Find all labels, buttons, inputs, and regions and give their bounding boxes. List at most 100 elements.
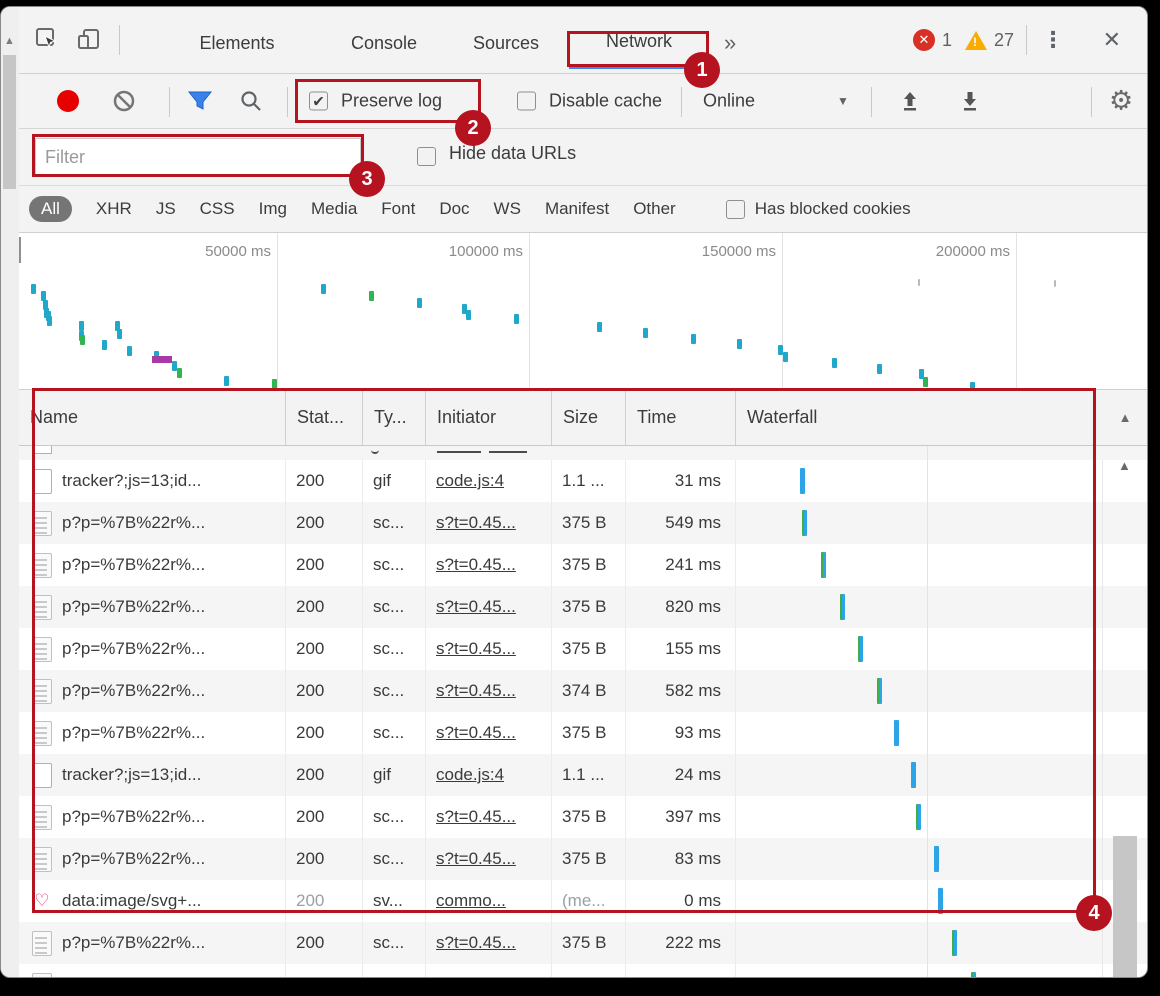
cell-waterfall[interactable] xyxy=(736,460,1103,502)
scrollbar-thumb[interactable] xyxy=(3,55,16,189)
column-header-ty[interactable]: Ty... xyxy=(363,390,426,445)
table-row[interactable]: p?p=%7B%22r%... 200 sc... s?t=0.45... 375 B2… xyxy=(19,922,1147,964)
more-tabs-chevron[interactable]: » xyxy=(724,17,736,69)
cell-name[interactable]: p?p=%7B%22r%... xyxy=(19,502,286,544)
preserve-log-checkbox[interactable]: ✔ xyxy=(309,91,328,111)
table-row[interactable]: p?p=%7B%22r%... 200 sc... s?t=0.45... 375 B9… xyxy=(19,712,1147,754)
cell-name[interactable]: p?p=%7B%22r%... xyxy=(19,796,286,838)
cell-waterfall[interactable] xyxy=(736,712,1103,754)
record-button[interactable] xyxy=(57,90,79,112)
scrollbar-up-icon[interactable]: ▲ xyxy=(4,35,15,47)
column-header-waterfall[interactable]: Waterfall xyxy=(736,390,1103,445)
inspect-element-icon[interactable] xyxy=(33,25,61,53)
initiator-link[interactable]: s?t=0.45... xyxy=(436,681,516,701)
device-toolbar-icon[interactable] xyxy=(75,25,103,53)
tab-console[interactable]: Console xyxy=(324,17,444,69)
column-header-size[interactable]: Size xyxy=(552,390,626,445)
table-row[interactable]: p?p=%7B%22r%... 200 sc... s?t=0.45... 374 B5… xyxy=(19,670,1147,712)
table-row[interactable]: p?p=%7B%22r%... 200 sc... s?t=0.45... 375 B2… xyxy=(19,544,1147,586)
table-row[interactable]: p?p=%7B%22r%... 200 sc... s?t=0.45... 375 B8… xyxy=(19,586,1147,628)
hide-data-urls-checkbox[interactable] xyxy=(417,147,436,166)
cell-name[interactable]: p?p=%7B%22r%... xyxy=(19,838,286,880)
initiator-link[interactable]: s?t=0.45... xyxy=(436,639,516,659)
disable-cache-checkbox[interactable] xyxy=(517,91,536,111)
cell-waterfall[interactable] xyxy=(736,628,1103,670)
throttling-caret-icon[interactable]: ▼ xyxy=(837,94,849,108)
clear-button[interactable] xyxy=(112,89,136,113)
tab-elements[interactable]: Elements xyxy=(172,17,302,69)
filter-pill-js[interactable]: JS xyxy=(156,199,176,219)
filter-pill-media[interactable]: Media xyxy=(311,199,357,219)
throttling-select[interactable]: Online xyxy=(703,91,755,112)
cell-name[interactable]: tracker?;js=13;id... xyxy=(19,460,286,502)
table-scrollbar[interactable]: ▲ xyxy=(1110,446,1142,977)
cell-name[interactable]: ♡ data:image/svg+... xyxy=(19,880,286,922)
cell-waterfall[interactable] xyxy=(736,754,1103,796)
table-row[interactable]: tracker?;js=13;id... 200 gif code.js:4 1.1 .… xyxy=(19,754,1147,796)
cell-waterfall[interactable] xyxy=(736,544,1103,586)
table-header[interactable]: Name Stat... Ty... Initiator Size Time Waterfa… xyxy=(19,390,1147,446)
column-header-time[interactable]: Time xyxy=(626,390,736,445)
filter-pill-all[interactable]: All xyxy=(29,196,72,222)
devtools-menu-icon[interactable]: ⋮ xyxy=(1042,7,1064,73)
cell-name[interactable]: p?p=%7B%22r%... xyxy=(19,964,286,977)
initiator-link[interactable]: s?t=0.45... xyxy=(436,933,516,953)
column-header-initiator[interactable]: Initiator xyxy=(426,390,552,445)
filter-pill-other[interactable]: Other xyxy=(633,199,676,219)
cell-name[interactable]: p?p=%7B%22r%... xyxy=(19,712,286,754)
column-header-name[interactable]: Name xyxy=(19,390,286,445)
filter-pill-xhr[interactable]: XHR xyxy=(96,199,132,219)
close-devtools-icon[interactable]: ✕ xyxy=(1103,7,1121,73)
initiator-link[interactable]: s?t=0.45... xyxy=(436,723,516,743)
cell-waterfall[interactable] xyxy=(736,964,1103,977)
has-blocked-cookies-checkbox[interactable] xyxy=(725,199,745,219)
table-row-partial[interactable] xyxy=(19,446,1147,460)
network-settings-gear-icon[interactable]: ⚙ xyxy=(1109,86,1133,117)
filter-pill-img[interactable]: Img xyxy=(259,199,287,219)
cell-name[interactable]: p?p=%7B%22r%... xyxy=(19,628,286,670)
table-row[interactable]: tracker?;js=13;id... 200 gif code.js:4 1.1 .… xyxy=(19,460,1147,502)
initiator-link[interactable]: commo... xyxy=(436,891,506,911)
initiator-link[interactable]: s?t=0.45... xyxy=(436,513,516,533)
table-row[interactable]: p?p=%7B%22r%... 200 sc... s?t=0.45... 375 B5… xyxy=(19,502,1147,544)
tab-sources[interactable]: Sources xyxy=(446,17,566,69)
console-status[interactable]: ✕ 1 27 xyxy=(912,7,1014,73)
cell-waterfall[interactable] xyxy=(736,502,1103,544)
table-row[interactable]: p?p=%7B%22r%... 200 sc... s?t=0.45... 375 B8… xyxy=(19,838,1147,880)
table-row[interactable]: ♡ data:image/svg+... 200 sv... commo... (me..… xyxy=(19,880,1147,922)
cell-waterfall[interactable] xyxy=(736,670,1103,712)
cell-waterfall[interactable] xyxy=(736,586,1103,628)
filter-pill-ws[interactable]: WS xyxy=(494,199,521,219)
table-row[interactable]: p?p=%7B%22r%... 200 sc... s?t=0.45... 375 B1… xyxy=(19,628,1147,670)
column-header-stat[interactable]: Stat... xyxy=(286,390,363,445)
table-scrollbar-up-icon[interactable]: ▲ xyxy=(1118,458,1131,473)
initiator-link[interactable]: s?t=0.45... xyxy=(436,597,516,617)
filter-toggle-icon[interactable] xyxy=(187,89,213,113)
initiator-link[interactable]: code.js:4 xyxy=(436,471,504,491)
table-scrollbar-thumb[interactable] xyxy=(1113,836,1137,977)
cell-name[interactable]: p?p=%7B%22r%... xyxy=(19,544,286,586)
cell-waterfall[interactable] xyxy=(736,838,1103,880)
network-overview-timeline[interactable]: 50000 ms 100000 ms 150000 ms 200000 ms xyxy=(19,233,1147,390)
filter-pill-css[interactable]: CSS xyxy=(200,199,235,219)
table-row[interactable]: p?p=%7B%22r%... 200sc... s?t=0.45... 376 B1… xyxy=(19,964,1147,977)
filter-pill-doc[interactable]: Doc xyxy=(439,199,469,219)
initiator-link[interactable]: s?t=0.45... xyxy=(436,555,516,575)
initiator-link[interactable]: s?t=0.45... xyxy=(436,975,516,977)
sort-asc-icon[interactable]: ▲ xyxy=(1103,390,1147,445)
filter-pill-font[interactable]: Font xyxy=(381,199,415,219)
cell-waterfall[interactable] xyxy=(736,880,1103,922)
filter-pill-manifest[interactable]: Manifest xyxy=(545,199,609,219)
cell-name[interactable]: tracker?;js=13;id... xyxy=(19,754,286,796)
cell-waterfall[interactable] xyxy=(736,922,1103,964)
cell-name[interactable]: p?p=%7B%22r%... xyxy=(19,922,286,964)
export-har-icon[interactable] xyxy=(957,88,983,114)
filter-input[interactable]: Filter xyxy=(35,138,361,177)
page-scrollbar[interactable]: ▲ xyxy=(1,7,20,977)
tab-network[interactable]: Network xyxy=(569,17,709,69)
table-row[interactable]: p?p=%7B%22r%... 200 sc... s?t=0.45... 375 B3… xyxy=(19,796,1147,838)
cell-waterfall[interactable] xyxy=(736,796,1103,838)
search-icon[interactable] xyxy=(239,89,263,113)
initiator-link[interactable]: s?t=0.45... xyxy=(436,807,516,827)
cell-name[interactable]: p?p=%7B%22r%... xyxy=(19,586,286,628)
